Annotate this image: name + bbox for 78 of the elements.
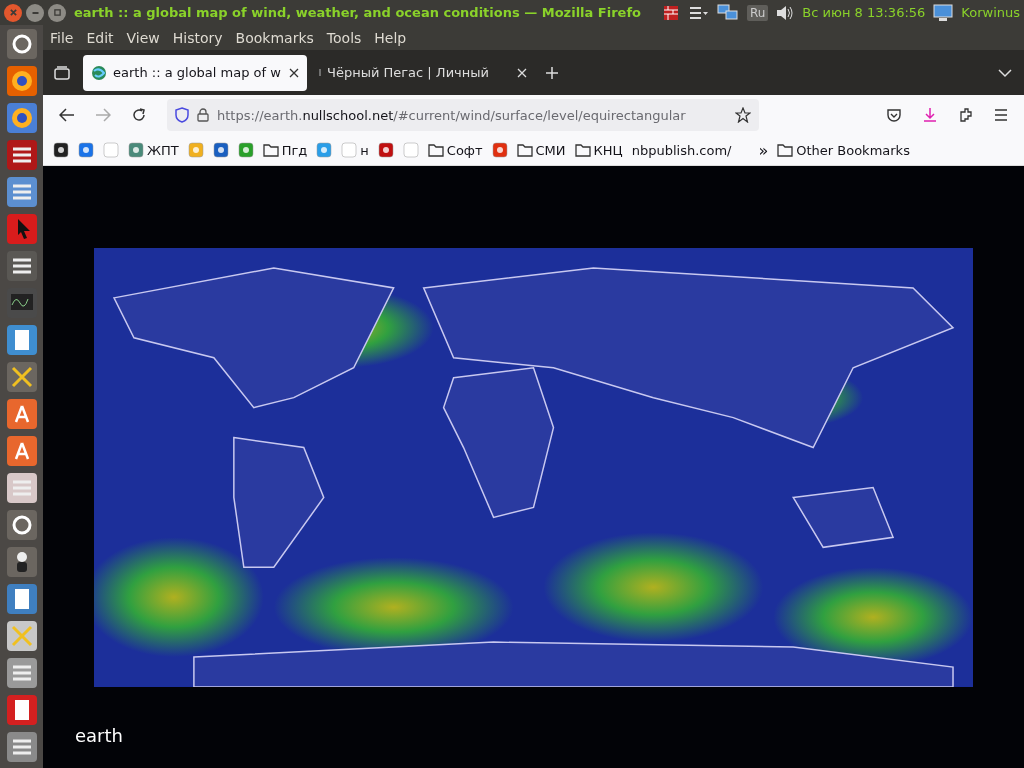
star-icon[interactable] [735,107,751,123]
cursor-icon[interactable] [5,213,38,245]
bag-icon[interactable] [5,435,38,467]
reload-icon[interactable] [131,107,147,123]
bookmark-folder[interactable]: КНЦ [574,142,623,158]
document-icon[interactable] [5,324,38,356]
pocket-icon[interactable] [886,107,902,123]
globe-icon [91,64,107,81]
close-button[interactable] [4,3,22,22]
firewall-icon[interactable] [662,3,681,22]
maximize-button[interactable] [48,3,66,22]
bookmark[interactable]: н [341,142,369,158]
bookmark-folder[interactable]: Софт [427,142,483,158]
browser-icon[interactable] [5,65,38,97]
shield-icon[interactable] [175,107,189,123]
favicon-icon [341,142,358,158]
download-icon[interactable] [922,107,938,123]
volume-icon[interactable] [776,4,795,21]
computer-icon[interactable] [933,3,954,22]
favicon-icon [316,142,333,158]
favicon-icon [491,142,508,158]
menu-item[interactable]: File [50,29,74,46]
favicon-icon [78,142,94,158]
bookmark-folder[interactable]: Other Bookmarks [777,142,910,158]
more-bookmarks-button[interactable]: » [758,140,769,160]
menu-item[interactable]: Bookmarks [235,29,314,46]
url-text: https://earth.nullschool.net/#current/wind/surface/level/equirectangular [217,107,687,123]
clock[interactable]: Вс июн 8 13:36:56 [802,5,926,20]
list-icon[interactable] [5,250,38,282]
favicon-icon [53,142,69,158]
bookmark[interactable] [53,142,69,158]
close-icon[interactable] [289,67,299,78]
keyboard-layout-indicator[interactable]: Ru [746,4,769,21]
folder-icon [777,143,794,157]
minimize-button[interactable] [26,3,44,22]
folder-icon [427,143,444,157]
bookmark[interactable] [377,142,394,158]
browser-icon[interactable] [5,102,38,134]
logo-text[interactable]: earth [75,725,123,746]
chevron-down-icon[interactable] [998,67,1012,78]
folder-icon [574,143,591,157]
favicon-icon [187,142,204,158]
menu-icon[interactable] [688,5,709,20]
favicon-icon [103,142,119,158]
figure-icon[interactable] [5,546,38,578]
back-icon[interactable] [59,108,75,122]
menu-item[interactable]: View [126,29,160,46]
bookmark[interactable]: nbpublish.com/ [631,142,732,158]
close-icon [9,9,17,16]
folder-icon [516,143,533,157]
new-tab-icon[interactable] [545,65,559,80]
extensions-icon[interactable] [958,107,974,123]
address-bar[interactable]: https://earth.nullschool.net/#current/wind/surface/level/equirectangular [167,99,759,131]
network-icon[interactable] [716,3,739,22]
bookmark-folder[interactable]: Пгд [262,142,308,158]
window-title: earth :: a global map of wind, weather, and ocean conditions — Mozilla Firefo [74,5,642,20]
forward-icon [95,108,111,122]
favicon-icon [402,142,419,158]
maximize-icon [53,9,61,16]
tab[interactable]: Чёрный Пегас | Личный [311,54,535,91]
favicon-icon [377,142,394,158]
minimize-icon [31,11,39,14]
favicon-icon [237,142,254,158]
lock-icon[interactable] [197,108,209,122]
bookmark-folder[interactable]: СМИ [516,142,566,158]
menu-item[interactable]: History [172,29,223,46]
bookmark[interactable]: ЖПТ [128,142,179,158]
favicon-icon [128,142,144,158]
menu-item[interactable]: Help [374,29,407,46]
favicon-icon [212,142,229,158]
menu-item[interactable]: Edit [86,29,114,46]
menu-item[interactable]: Tools [326,29,362,46]
menu-icon[interactable] [994,109,1008,121]
tab[interactable]: earth :: a global map of w [83,54,307,91]
folder-icon [262,143,279,157]
user-name[interactable]: Korwinus [961,5,1020,20]
bag-icon[interactable] [5,398,38,430]
tab-list-icon[interactable] [53,64,71,81]
